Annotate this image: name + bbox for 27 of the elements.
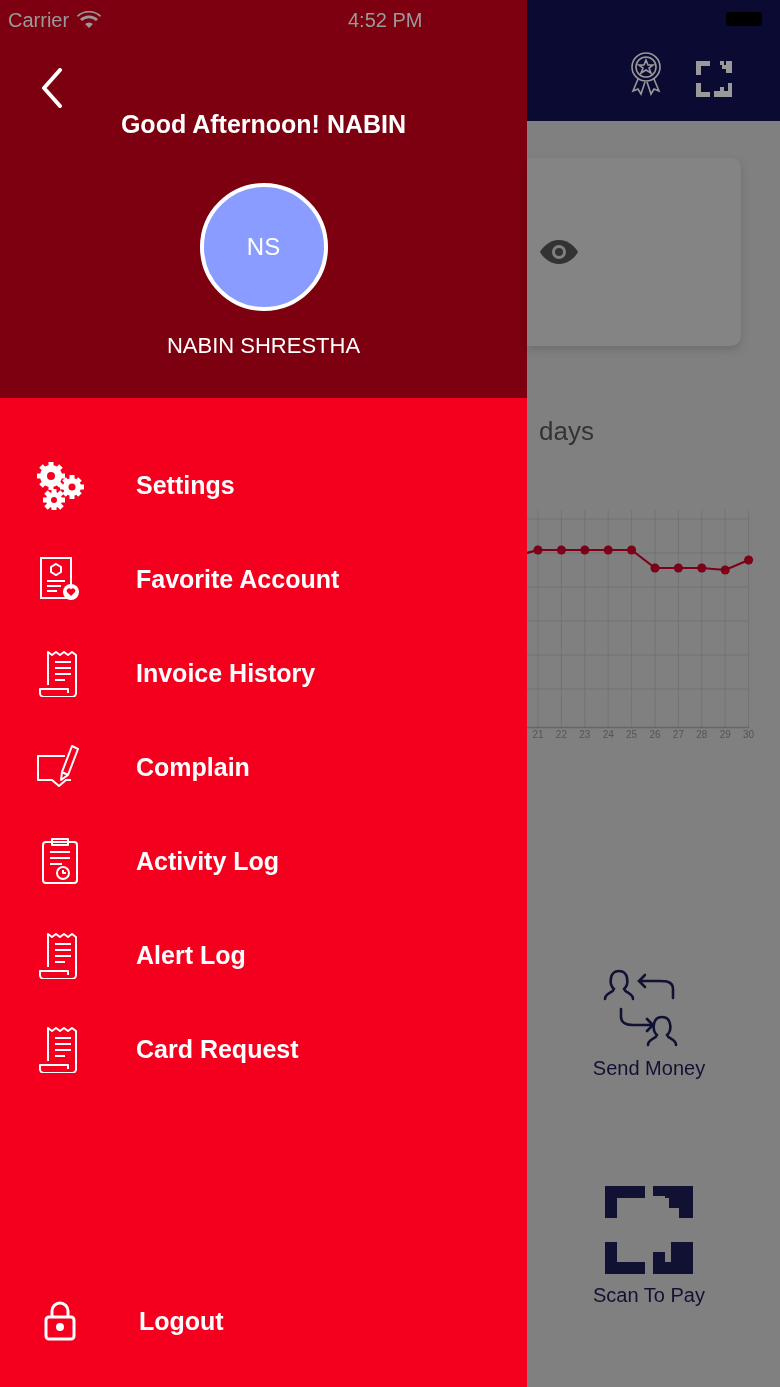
back-icon[interactable] [40, 68, 64, 108]
menu-item[interactable]: Settings [136, 470, 235, 500]
menu-item[interactable]: Card Request [136, 1034, 299, 1064]
document-heart-icon [39, 556, 81, 602]
clipboard-clock-icon [41, 837, 79, 885]
gears-icon [34, 460, 86, 510]
action-label[interactable]: Send Money [592, 1057, 706, 1080]
wifi-icon [77, 11, 102, 29]
qr-scan-icon[interactable] [605, 1186, 693, 1274]
avatar: NS [199, 183, 328, 311]
carrier-text: Carrier [8, 8, 70, 32]
menu-item[interactable]: Invoice History [136, 658, 316, 688]
menu-item[interactable]: Activity Log [136, 846, 280, 876]
status-time: 4:52 PM [348, 8, 423, 32]
menu-item[interactable]: Alert Log [136, 940, 246, 970]
menu-item[interactable]: Favorite Account [136, 564, 340, 594]
menu-item[interactable]: Complain [136, 752, 250, 782]
greeting-text: Good Afternoon! NABIN [120, 110, 407, 139]
period-label: days [538, 416, 595, 447]
action-label[interactable]: Scan To Pay [593, 1284, 705, 1307]
user-name: NABIN SHRESTHA [166, 333, 361, 359]
award-icon[interactable] [628, 51, 664, 97]
battery-icon [726, 12, 764, 26]
qr-scan-icon[interactable] [696, 61, 732, 97]
lock-icon [44, 1301, 76, 1341]
eye-icon[interactable] [539, 238, 579, 266]
logout-item[interactable]: Logout [139, 1306, 224, 1336]
